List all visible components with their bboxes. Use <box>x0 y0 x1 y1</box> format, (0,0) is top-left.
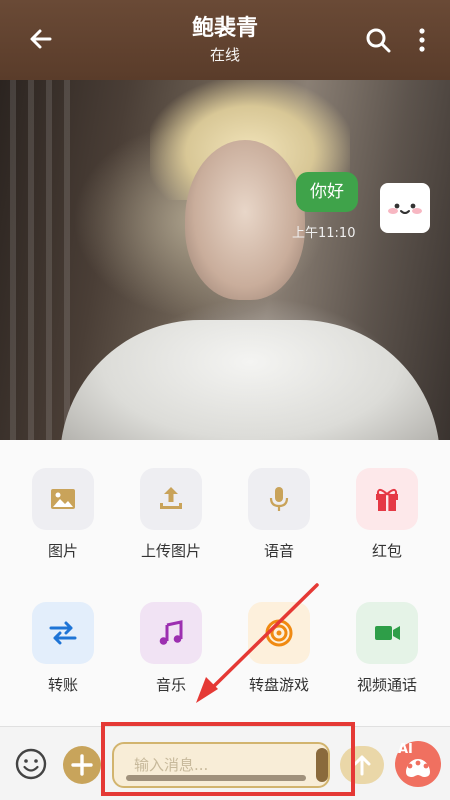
tool-red-packet-tile[interactable] <box>356 468 418 530</box>
message-time: 上午11:10 <box>292 226 356 241</box>
tool-music-label: 音乐 <box>155 676 186 694</box>
tool-music-tile[interactable] <box>140 602 202 664</box>
tool-video-call-tile[interactable] <box>356 602 418 664</box>
tool-transfer-label: 转账 <box>47 676 78 694</box>
tool-music[interactable]: 音乐 <box>126 602 216 695</box>
plus-icon <box>71 754 93 776</box>
tool-image-label: 图片 <box>47 542 78 560</box>
video-icon <box>375 626 400 640</box>
background-character-face <box>185 140 305 300</box>
tool-transfer-tile[interactable] <box>32 602 94 664</box>
transfer-icon <box>49 621 77 645</box>
tool-video-call[interactable]: 视频通话 <box>342 602 432 695</box>
message-bubble[interactable]: 你好 <box>296 172 358 212</box>
tool-wheel-game-tile[interactable] <box>248 602 310 664</box>
add-attachment-button[interactable] <box>63 746 101 784</box>
tool-transfer[interactable]: 转账 <box>18 602 108 695</box>
chat-header: 鲍裴青 在线 <box>0 0 450 80</box>
more-vertical-icon <box>419 28 425 52</box>
tool-image-tile[interactable] <box>32 468 94 530</box>
image-icon <box>51 489 75 509</box>
wheel-icon <box>265 619 293 647</box>
tool-wheel-game[interactable]: 转盘游戏 <box>234 602 324 695</box>
tool-voice-tile[interactable] <box>248 468 310 530</box>
tool-wheel-game-label: 转盘游戏 <box>248 676 309 694</box>
gift-icon <box>376 488 398 511</box>
background-window-light <box>10 80 70 440</box>
tool-upload-image-tile[interactable] <box>140 468 202 530</box>
upload-icon <box>160 487 182 509</box>
tool-upload-image[interactable]: 上传图片 <box>126 468 216 561</box>
smiley-face-icon <box>388 203 422 214</box>
tool-red-packet-label: 红包 <box>371 542 402 560</box>
user-avatar[interactable] <box>380 183 430 233</box>
ai-label: AI <box>398 742 413 757</box>
more-options-button[interactable] <box>410 26 434 54</box>
tool-red-packet[interactable]: 红包 <box>342 468 432 561</box>
emoji-button[interactable] <box>14 747 48 781</box>
search-icon <box>366 28 391 53</box>
highlight-box <box>101 722 355 796</box>
search-button[interactable] <box>364 26 392 54</box>
tool-image[interactable]: 图片 <box>18 468 108 561</box>
tool-voice[interactable]: 语音 <box>234 468 324 561</box>
attachment-panel: 图片 上传图片 语音 红包 转账 音乐 转盘游戏 视频通话 <box>0 440 450 726</box>
music-icon <box>159 620 183 645</box>
tool-video-call-label: 视频通话 <box>356 676 417 694</box>
chat-area[interactable]: 你好 上午11:10 <box>0 80 450 440</box>
emoji-icon <box>15 748 47 780</box>
microphone-icon <box>269 487 289 511</box>
tool-upload-image-label: 上传图片 <box>140 542 201 560</box>
tool-voice-label: 语音 <box>263 542 294 560</box>
background-character-shirt <box>60 320 440 440</box>
